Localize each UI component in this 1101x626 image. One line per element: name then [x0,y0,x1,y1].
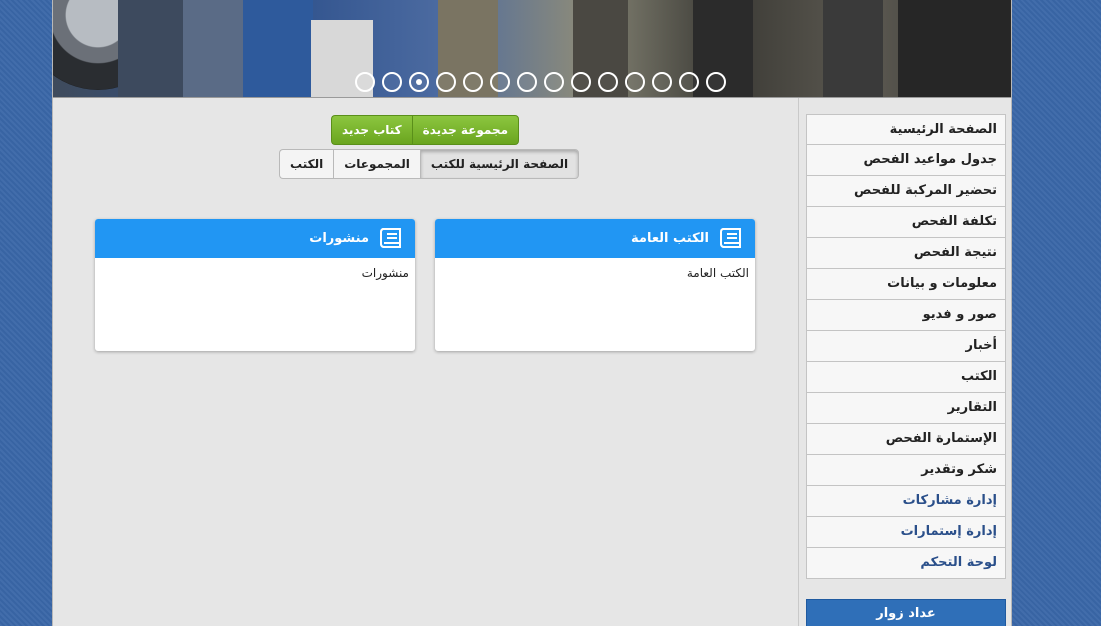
main-content: مجموعة جديدة كتاب جديد الصفحة الرئيسية ل… [53,98,797,626]
slider-dot[interactable] [436,72,456,92]
slider-dot[interactable] [652,72,672,92]
new-book-button[interactable]: كتاب جديد [331,115,412,145]
sidebar-item-news[interactable]: أخبار [806,331,1006,362]
book-icon [720,227,741,248]
sidebar-item-media[interactable]: صور و فديو [806,300,1006,331]
slider-tile [898,0,1011,97]
sidebar-item-information[interactable]: معلومات و بيانات [806,269,1006,300]
book-icon [380,227,401,248]
sidebar-item-thanks[interactable]: شكر وتقدير [806,455,1006,486]
sidebar-item-manage-forms[interactable]: إدارة إستمارات [806,517,1006,548]
new-group-button[interactable]: مجموعة جديدة [411,115,520,145]
slider-tile [823,0,883,97]
page-container: مجموعة جديدة كتاب جديد الصفحة الرئيسية ل… [52,0,1012,626]
sidebar-item-reports[interactable]: التقارير [806,393,1006,424]
slider-tile [183,0,243,97]
action-buttons: مجموعة جديدة كتاب جديد [331,115,520,145]
visitor-counter-header: عداد زوار [806,599,1006,626]
sidebar-item-control-panel[interactable]: لوحة التحكم [806,548,1006,579]
slider-dots [355,72,726,92]
tab-books[interactable]: الكتب [279,149,334,179]
card-link[interactable]: منشورات [362,266,409,280]
card-title: الكتب العامة [631,231,709,246]
card-body: الكتب العامة [435,258,755,288]
slider-tile [118,0,183,97]
card-header[interactable]: منشورات [95,219,415,258]
slider-dot[interactable] [355,72,375,92]
sidebar-item-vehicle-preparation[interactable]: تحضير المركبة للفحص [806,176,1006,207]
sidebar-item-inspection-schedule[interactable]: جدول مواعيد الفحص [806,145,1006,176]
sidebar: الصفحة الرئيسية جدول مواعيد الفحص تحضير … [798,98,1011,626]
slider-dot[interactable] [490,72,510,92]
slider-dot[interactable] [679,72,699,92]
image-slider [53,0,1011,98]
slider-dot[interactable] [598,72,618,92]
card-header[interactable]: الكتب العامة [435,219,755,258]
slider-dot[interactable] [571,72,591,92]
tab-books-home[interactable]: الصفحة الرئيسية للكتب [419,149,580,179]
slider-dot[interactable] [625,72,645,92]
books-tabs: الصفحة الرئيسية للكتب المجموعات الكتب [279,149,580,179]
sidebar-item-inspection-form[interactable]: الإستمارة الفحص [806,424,1006,455]
sidebar-item-home[interactable]: الصفحة الرئيسية [806,114,1006,145]
card-public-books: الكتب العامة الكتب العامة [435,219,755,351]
card-title: منشورات [309,231,369,246]
slider-dot[interactable] [382,72,402,92]
card-body: منشورات [95,258,415,288]
slider-dot[interactable] [544,72,564,92]
sidebar-item-manage-posts[interactable]: إدارة مشاركات [806,486,1006,517]
slider-dot[interactable] [706,72,726,92]
slider-dot[interactable] [409,72,429,92]
card-publications: منشورات منشورات [95,219,415,351]
slider-tile [243,0,313,97]
sidebar-menu: الصفحة الرئيسية جدول مواعيد الفحص تحضير … [806,114,1006,579]
sidebar-item-books[interactable]: الكتب [806,362,1006,393]
tab-groups[interactable]: المجموعات [333,149,420,179]
slider-dot[interactable] [517,72,537,92]
card-link[interactable]: الكتب العامة [687,266,749,280]
sidebar-item-inspection-cost[interactable]: تكلفة الفحص [806,207,1006,238]
sidebar-item-inspection-result[interactable]: نتيجة الفحص [806,238,1006,269]
slider-dot[interactable] [463,72,483,92]
